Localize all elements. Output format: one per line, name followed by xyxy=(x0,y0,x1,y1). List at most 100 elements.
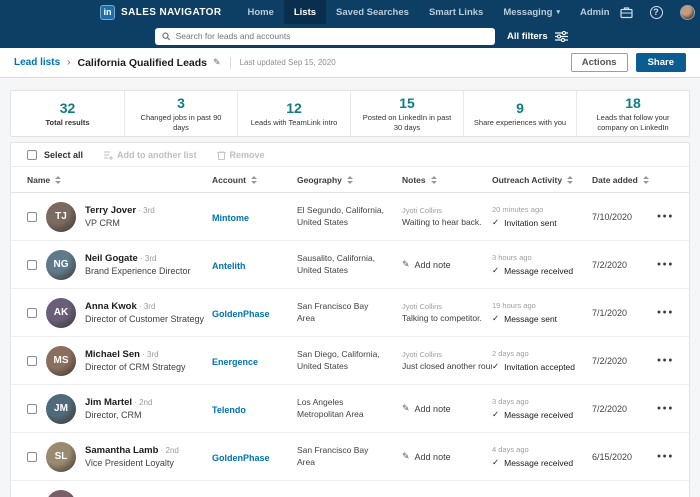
lead-name-link[interactable]: Jim Martel · 2nd xyxy=(85,397,152,408)
linkedin-logo-icon[interactable]: in xyxy=(100,5,115,20)
lead-avatar[interactable]: NG xyxy=(46,250,76,280)
stat-label: Share experiences with you xyxy=(474,118,566,128)
lead-name-link[interactable]: Anna Kwok · 3rd xyxy=(85,301,204,312)
add-note-button[interactable]: ✎Add note xyxy=(402,403,492,414)
column-header-outreach-activity[interactable]: Outreach Activity xyxy=(492,175,592,185)
edit-title-icon[interactable]: ✎ xyxy=(213,57,221,68)
outreach-cell: 3 days ago✓Message received xyxy=(492,397,592,420)
overflow-menu-button[interactable]: ●●● xyxy=(650,261,674,268)
activity-time: 3 days ago xyxy=(492,397,592,406)
search-input[interactable] xyxy=(176,31,488,41)
row-checkbox[interactable] xyxy=(27,356,37,366)
column-header-label: Account xyxy=(212,175,246,185)
date-added-cell: 6/15/2020 xyxy=(592,452,650,462)
column-header-notes[interactable]: Notes xyxy=(402,175,492,185)
account-link[interactable]: Antelith xyxy=(212,261,246,271)
row-checkbox[interactable] xyxy=(27,404,37,414)
add-note-button[interactable]: ✎Add note xyxy=(402,451,492,462)
note-text[interactable]: Just closed another round.. xyxy=(402,361,492,371)
lead-name-link[interactable]: Neil Gogate · 3rd xyxy=(85,253,191,264)
connection-degree: · 2nd xyxy=(158,446,178,455)
lead-name-link[interactable]: Samantha Lamb · 2nd xyxy=(85,445,179,456)
account-link[interactable]: GoldenPhase xyxy=(212,309,270,319)
lead-title: VP CRM xyxy=(85,218,155,228)
brand[interactable]: in SALES NAVIGATOR xyxy=(100,5,221,20)
column-header-name[interactable]: Name xyxy=(27,175,212,185)
add-note-button[interactable]: ✎Add note xyxy=(402,259,492,270)
lead-name-block: Samantha Lamb · 2ndVice President Loyalt… xyxy=(85,445,179,468)
sort-icon[interactable] xyxy=(251,176,257,184)
sort-icon[interactable] xyxy=(55,176,61,184)
nav-item-lists[interactable]: Lists xyxy=(284,0,326,24)
activity-status: ✓Invitation sent xyxy=(492,217,592,228)
nav-item-admin[interactable]: Admin xyxy=(570,0,620,24)
account-link[interactable]: Energence xyxy=(212,357,258,367)
account-link[interactable]: GoldenPhase xyxy=(212,453,270,463)
lead-name-link[interactable]: Terry Jover · 3rd xyxy=(85,205,155,216)
column-header-account[interactable]: Account xyxy=(212,175,297,185)
all-filters-button[interactable]: All filters xyxy=(507,31,568,42)
stat-leads-that-follow-your-company-on-linkedin[interactable]: 18Leads that follow your company on Link… xyxy=(576,91,689,136)
note-author: Jyoti Collins xyxy=(402,302,492,311)
table-row: NG Neil Gogate · 3rdBrand Experience Dire… xyxy=(11,241,689,289)
lead-avatar[interactable]: JM xyxy=(46,394,76,424)
sort-icon[interactable] xyxy=(431,176,437,184)
row-checkbox[interactable] xyxy=(27,260,37,270)
breadcrumb-lead-lists-link[interactable]: Lead lists xyxy=(14,57,60,68)
lead-avatar[interactable]: MS xyxy=(46,346,76,376)
nav-item-home[interactable]: Home xyxy=(237,0,283,24)
note-text[interactable]: Waiting to hear back. xyxy=(402,217,492,227)
activity-time: 20 minutes ago xyxy=(492,205,592,214)
remove-button[interactable]: Remove xyxy=(217,150,265,160)
stat-total-results[interactable]: 32Total results xyxy=(11,91,124,136)
sort-down-arrow xyxy=(643,181,649,184)
account-link[interactable]: Mintome xyxy=(212,213,249,223)
activity-status-label: Message received xyxy=(504,266,573,276)
account-link[interactable]: Telendo xyxy=(212,405,246,415)
select-all-control[interactable]: Select all xyxy=(27,150,83,160)
lead-name-block: Neil Gogate · 3rdBrand Experience Direct… xyxy=(85,253,191,276)
briefcase-icon[interactable] xyxy=(620,6,633,19)
lead-avatar[interactable]: SL xyxy=(46,442,76,472)
lead-name-block: Anna Kwok · 3rdDirector of Customer Stra… xyxy=(85,301,204,324)
select-all-checkbox[interactable] xyxy=(27,150,37,160)
stat-leads-with-teamlink-intro[interactable]: 12Leads with TeamLink intro xyxy=(237,91,350,136)
stat-share-experiences-with-you[interactable]: 9Share experiences with you xyxy=(463,91,576,136)
row-checkbox[interactable] xyxy=(27,308,37,318)
search-icon xyxy=(162,32,171,41)
stat-posted-on-linkedin-in-past-30-days[interactable]: 15Posted on LinkedIn in past 30 days xyxy=(350,91,463,136)
sort-icon[interactable] xyxy=(347,176,353,184)
lead-avatar[interactable]: LB xyxy=(46,490,76,497)
sort-icon[interactable] xyxy=(567,176,573,184)
activity-status-label: Message sent xyxy=(504,314,557,324)
sort-up-arrow xyxy=(431,176,437,179)
row-checkbox[interactable] xyxy=(27,452,37,462)
overflow-menu-button[interactable]: ●●● xyxy=(650,309,674,316)
column-header-date-added[interactable]: Date added xyxy=(592,175,650,185)
lead-name-link[interactable]: Michael Sen · 3rd xyxy=(85,349,186,360)
overflow-menu-button[interactable]: ●●● xyxy=(650,357,674,364)
overflow-menu-button[interactable]: ●●● xyxy=(650,405,674,412)
row-checkbox[interactable] xyxy=(27,212,37,222)
share-button[interactable]: Share xyxy=(636,53,686,72)
stat-value: 12 xyxy=(286,100,302,116)
nav-item-messaging[interactable]: Messaging▾ xyxy=(493,0,570,24)
overflow-menu-button[interactable]: ●●● xyxy=(650,453,674,460)
activity-status: ✓Message received xyxy=(492,457,592,468)
nav-item-smart-links[interactable]: Smart Links xyxy=(419,0,493,24)
column-header-geography[interactable]: Geography xyxy=(297,175,402,185)
sort-icon[interactable] xyxy=(643,176,649,184)
actions-button[interactable]: Actions xyxy=(571,53,628,72)
overflow-menu-button[interactable]: ●●● xyxy=(650,213,674,220)
stat-changed-jobs-in-past-90-days[interactable]: 3Changed jobs in past 90 days xyxy=(124,91,237,136)
help-icon[interactable]: ? xyxy=(650,6,663,19)
add-to-another-list-button[interactable]: Add to another list xyxy=(103,150,197,160)
nav-item-label: Saved Searches xyxy=(336,7,409,18)
lead-title: Director, CRM xyxy=(85,410,152,420)
lead-avatar[interactable]: TJ xyxy=(46,202,76,232)
search-box[interactable] xyxy=(155,28,495,45)
user-avatar[interactable] xyxy=(680,5,695,20)
lead-avatar[interactable]: AK xyxy=(46,298,76,328)
note-text[interactable]: Talking to competitor. xyxy=(402,313,492,323)
nav-item-saved-searches[interactable]: Saved Searches xyxy=(326,0,419,24)
